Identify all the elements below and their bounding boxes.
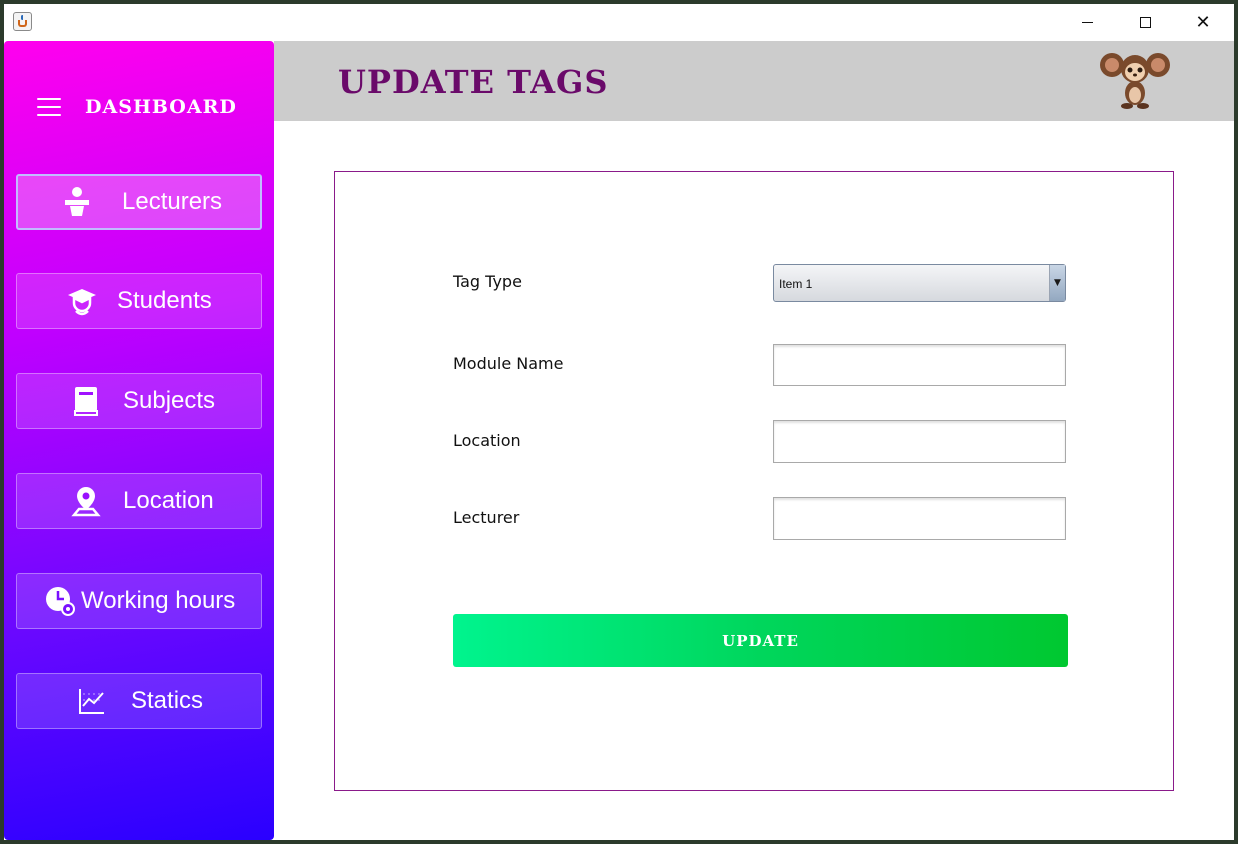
sidebar-item-label: Location [123,487,214,514]
clock-gear-icon [43,584,77,618]
dashboard-title: DASHBOARD [85,96,237,118]
sidebar-item-working-hours[interactable]: Working hours [16,573,262,629]
lecturer-label: Lecturer [453,508,520,527]
java-app-icon [13,12,32,31]
location-label: Location [453,431,521,450]
sidebar-item-subjects[interactable]: Subjects [16,373,262,429]
module-name-label: Module Name [453,354,564,373]
close-icon: ✕ [1195,11,1211,33]
sidebar-item-label: Statics [131,687,204,714]
sidebar-item-lecturers[interactable]: Lecturers [16,174,262,230]
minimize-icon [1081,22,1093,23]
tag-type-selected-value: Item 1 [779,277,813,291]
graduate-icon [65,284,99,318]
sidebar-item-label: Students [117,287,212,314]
maximize-button[interactable] [1116,4,1174,41]
minimize-button[interactable] [1058,4,1116,41]
maximize-icon [1139,17,1151,28]
mascot-image [1100,49,1170,109]
sidebar-item-label: Subjects [123,387,216,414]
close-button[interactable]: ✕ [1174,4,1232,41]
line-chart-icon [75,684,109,718]
title-bar: ✕ [4,4,1234,41]
location-pin-icon [69,484,103,518]
tag-type-dropdown[interactable]: Item 1 ▼ [773,264,1066,302]
sidebar-item-location[interactable]: Location [16,473,262,529]
sidebar-item-label: Lecturers [122,188,223,215]
book-icon [69,384,103,418]
module-name-field[interactable] [773,344,1066,386]
sidebar-item-statics[interactable]: Statics [16,673,262,729]
page-title: UPDATE TAGS [338,63,609,101]
sidebar-item-students[interactable]: Students [16,273,262,329]
update-button[interactable]: UPDATE [453,614,1068,667]
update-tags-form: Tag Type Item 1 ▼ Module Name Location L… [334,171,1174,791]
sidebar-item-label: Working hours [81,587,236,614]
tag-type-label: Tag Type [453,272,522,291]
page-header: UPDATE TAGS [274,41,1234,121]
lecturer-icon [60,185,94,219]
hamburger-menu-icon[interactable] [37,98,61,116]
app-window: ✕ DASHBOARD Lecturers Students Subjects … [4,4,1234,840]
location-field[interactable] [773,420,1066,463]
sidebar: DASHBOARD Lecturers Students Subjects Lo… [4,41,274,840]
lecturer-field[interactable] [773,497,1066,540]
chevron-down-icon[interactable]: ▼ [1049,265,1065,301]
dashboard-header: DASHBOARD [37,93,237,121]
